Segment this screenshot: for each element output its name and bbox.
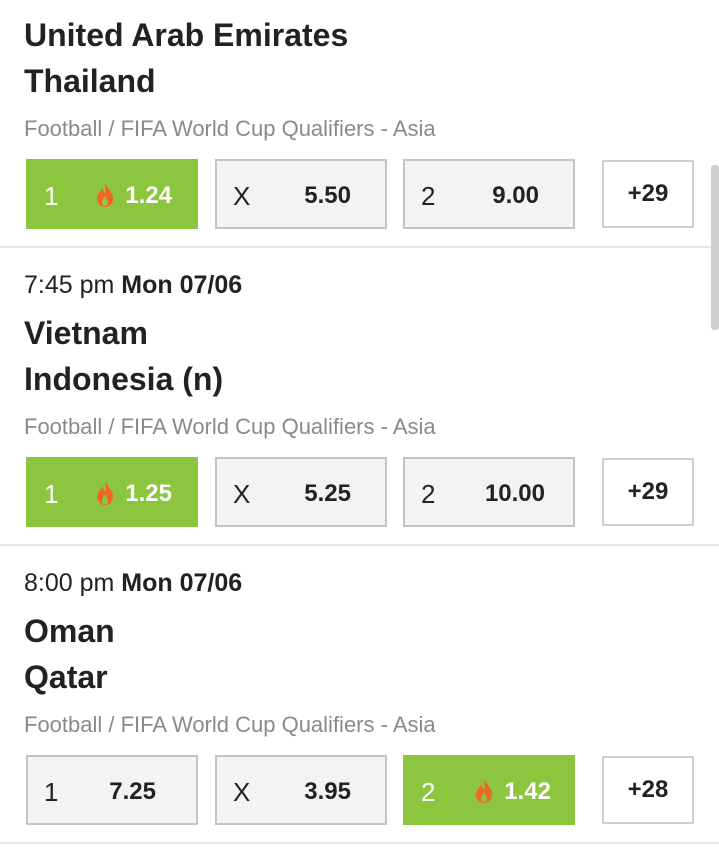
odd-value: 9.00: [492, 182, 539, 209]
date-text: Mon 07/06: [121, 569, 243, 597]
flame-icon: [476, 779, 492, 803]
odd-value: 1.25: [125, 480, 172, 507]
league-label: Football / FIFA World Cup Qualifiers - A…: [24, 414, 436, 439]
more-markets-button[interactable]: +28: [602, 756, 694, 824]
odd-label: 2: [421, 181, 436, 211]
kickoff-time: 7:45 pm Mon 07/06: [24, 271, 242, 300]
flame-icon: [97, 481, 113, 505]
more-markets-button[interactable]: +29: [602, 160, 694, 228]
more-markets-button[interactable]: +29: [602, 458, 694, 526]
league-label: Football / FIFA World Cup Qualifiers - A…: [24, 116, 436, 141]
kickoff-time: 8:00 pm Mon 07/06: [24, 569, 242, 598]
league-label: Football / FIFA World Cup Qualifiers - A…: [24, 712, 436, 737]
odd-value: 1.24: [125, 182, 172, 209]
time-text: 8:00 pm: [24, 569, 115, 597]
odd-value: 3.95: [304, 778, 351, 805]
home-team: Oman: [24, 613, 115, 649]
odd-away-button[interactable]: 2 10.00: [403, 457, 575, 527]
divider: [0, 246, 719, 248]
flame-icon: [97, 183, 113, 207]
home-team: Vietnam: [24, 315, 148, 351]
odd-label: 1: [44, 479, 59, 509]
scrollbar[interactable]: [711, 165, 719, 330]
odd-home-button[interactable]: 1 1.24: [26, 159, 198, 229]
odd-draw-button[interactable]: X 5.50: [215, 159, 387, 229]
odd-draw-button[interactable]: X 3.95: [215, 755, 387, 825]
odd-label: X: [233, 181, 251, 211]
away-team: Qatar: [24, 659, 108, 695]
odd-away-button[interactable]: 2 1.42: [403, 755, 575, 825]
odd-value: 5.50: [304, 182, 351, 209]
away-team: Thailand: [24, 63, 156, 99]
date-text: Mon 07/06: [121, 271, 243, 299]
divider: [0, 544, 719, 546]
odd-value: 1.42: [504, 778, 551, 805]
odd-label: 1: [44, 777, 59, 807]
odd-home-button[interactable]: 1 1.25: [26, 457, 198, 527]
odd-label: X: [233, 777, 251, 807]
odd-value: 5.25: [304, 480, 351, 507]
odd-home-button[interactable]: 1 7.25: [26, 755, 198, 825]
odd-label: 2: [421, 777, 436, 807]
odd-draw-button[interactable]: X 5.25: [215, 457, 387, 527]
divider: [0, 842, 719, 844]
away-team: Indonesia (n): [24, 361, 224, 397]
home-team: United Arab Emirates: [24, 17, 349, 53]
time-text: 7:45 pm: [24, 271, 115, 299]
odd-value: 10.00: [484, 480, 545, 507]
odd-label: X: [233, 479, 251, 509]
odd-label: 1: [44, 181, 59, 211]
odd-away-button[interactable]: 2 9.00: [403, 159, 575, 229]
odd-value: 7.25: [109, 778, 156, 805]
odd-label: 2: [421, 479, 436, 509]
